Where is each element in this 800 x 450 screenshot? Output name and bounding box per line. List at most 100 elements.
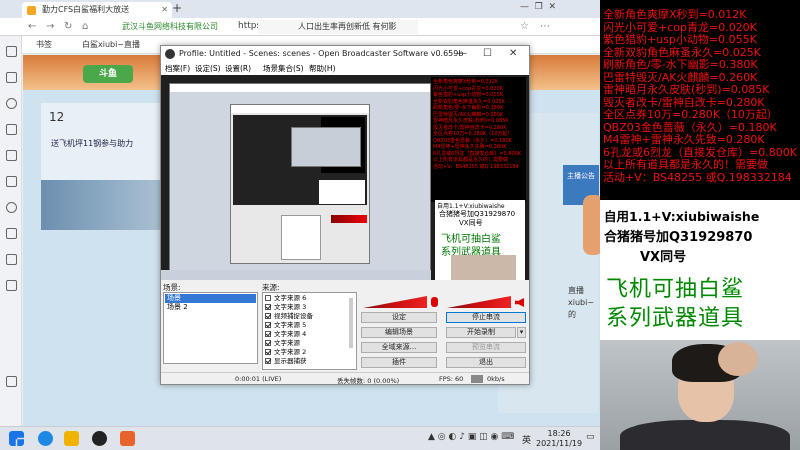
close-icon[interactable]: ✕ (509, 46, 517, 62)
nested-white-box (319, 180, 365, 204)
nested-obs-window (230, 104, 370, 264)
record-dropdown-icon[interactable]: ▾ (517, 327, 526, 338)
source-item[interactable]: 文字来源 4 (265, 330, 306, 339)
forward-icon[interactable]: → (46, 21, 54, 32)
new-tab-button[interactable]: + (172, 1, 182, 15)
menu-file[interactable]: 档案(F) (165, 63, 190, 74)
source-item[interactable]: 文字来源 (265, 339, 300, 348)
promo-line: 以上所有道具都是永久的！需要做 (603, 158, 768, 171)
stop-stream-button[interactable]: 停止串流 (446, 312, 526, 323)
site-logo[interactable]: 斗鱼 (83, 65, 133, 83)
global-sources-button[interactable]: 全域来源... (361, 342, 437, 353)
menu-profile[interactable]: 设置(R) (225, 63, 251, 74)
bookmark-item[interactable]: 书签 (36, 39, 52, 50)
browser-tab-active[interactable]: 勤力CFS白鲨福利大放送 ✕ (22, 2, 172, 18)
source-checkbox[interactable] (265, 358, 271, 364)
app-taskbar-icon[interactable] (64, 431, 79, 446)
source-checkbox[interactable] (265, 304, 271, 310)
event-text[interactable]: 送飞机坪11钢参与助力 (51, 138, 133, 149)
sidebar-app-icon[interactable] (6, 280, 17, 291)
source-checkbox[interactable] (265, 349, 271, 355)
window-controls-icon[interactable]: — ❐ ✕ (520, 2, 556, 12)
refresh-icon[interactable]: ↻ (64, 21, 72, 32)
game-taskbar-icon[interactable] (120, 431, 135, 446)
menu-settings[interactable]: 设定(S) (195, 63, 221, 74)
source-item[interactable]: 文字来源 3 (265, 303, 306, 312)
start-button-icon[interactable] (9, 431, 24, 446)
streamer-webcam (600, 340, 800, 450)
source-checkbox[interactable] (265, 322, 271, 328)
preview-stream-button[interactable]: 预览串流 (446, 342, 526, 353)
sidebar-tv-icon[interactable] (6, 124, 17, 135)
sidebar-cart-icon[interactable] (6, 176, 17, 187)
sidebar-settings-icon[interactable] (6, 376, 17, 387)
sidebar-document-icon[interactable] (6, 254, 17, 265)
microphone-icon[interactable] (431, 297, 438, 307)
source-item[interactable]: 文字来源 2 (265, 348, 306, 357)
source-label: 文字来源 2 (274, 348, 307, 356)
desktop-screen: 勤力CFS白鲨福利大放送 ✕ + — ❐ ✕ ← → ↻ ⌂ 武汉斗鱼网络科技有… (0, 0, 600, 450)
source-item[interactable]: 视频捕捉设备 (265, 312, 313, 321)
notification-icon[interactable]: ▭ (586, 432, 595, 442)
webcam-shirt (620, 420, 790, 450)
nested-source-list (281, 215, 321, 260)
promo-line: 紫色猎豹+usp小动物=0.055K (603, 33, 757, 46)
settings-button[interactable]: 设定 (361, 312, 437, 323)
clock-time: 18:26 (547, 429, 571, 438)
sidebar-search-icon[interactable] (6, 98, 17, 109)
source-label: 文字来源 6 (274, 294, 307, 302)
desktop-audio-meter (363, 296, 427, 308)
source-item[interactable]: 显示器捕获 (265, 357, 307, 366)
bitrate-indicator (471, 375, 483, 383)
scene-item[interactable]: 场景 (165, 294, 256, 303)
sidebar-favorites-icon[interactable] (6, 46, 17, 57)
source-checkbox[interactable] (265, 295, 271, 301)
extensions-icon[interactable]: ⋯ (540, 21, 550, 32)
home-icon[interactable]: ⌂ (82, 21, 88, 32)
stream-time: 0:00:01 (LIVE) (235, 375, 282, 383)
hot-search-text[interactable]: 人口出生率再创新低 有何影 (298, 21, 397, 32)
start-record-button[interactable]: 开始录制 (446, 327, 516, 338)
sidebar-reader-icon[interactable] (6, 72, 17, 83)
taskbar-clock[interactable]: 18:26 2021/11/19 (536, 429, 582, 449)
browser-sidebar (0, 36, 22, 426)
promo-line: 刷新角色/零-水下幽影=0.380K (603, 58, 758, 71)
source-checkbox[interactable] (265, 313, 271, 319)
promo-line: 雷神暗月永久皮肤(秒到)=0.085K (603, 83, 770, 96)
menu-scene-collection[interactable]: 场景集合(S) (263, 63, 304, 74)
tab-close-icon[interactable]: ✕ (161, 2, 168, 18)
edit-scene-button[interactable]: 编辑场景 (361, 327, 437, 338)
scene-item[interactable]: 场景 2 (165, 303, 256, 312)
input-language[interactable]: 英 (522, 433, 531, 446)
stream-overlay-panel: 全新角色爽摩X秒到=0.012K 闪光小可爱+cop青龙=0.020K 紫色猎豹… (600, 0, 800, 450)
obs-preview[interactable]: 全新角色爽摩X秒到=0.012K 闪光小可爱+cop青龙=0.020K 紫色猎豹… (161, 75, 529, 280)
menu-help[interactable]: 帮助(H) (309, 63, 336, 74)
source-checkbox[interactable] (265, 340, 271, 346)
site-identity-label: 武汉斗鱼网络科技有限公司 (122, 22, 218, 31)
preview-webcam (451, 255, 516, 280)
sources-scrollbar[interactable] (349, 298, 353, 348)
obs-logo-icon (165, 49, 175, 59)
bookmark-item[interactable]: 白鲨xiubi~直播 (82, 39, 140, 50)
obs-taskbar-icon[interactable] (92, 431, 107, 446)
source-item[interactable]: 文字来源 5 (265, 321, 306, 330)
exit-button[interactable]: 退出 (446, 357, 526, 368)
calendar-day: 12 (49, 110, 65, 124)
obs-window-title: Profile: Untitled - Scenes: scenes - Ope… (179, 49, 464, 58)
plugins-button[interactable]: 插件 (361, 357, 437, 368)
source-checkbox[interactable] (265, 331, 271, 337)
speaker-icon[interactable] (515, 298, 524, 307)
source-item[interactable]: 文字来源 6 (265, 294, 306, 303)
tray-icons[interactable]: ▲ ◎ ◐ ♪ ▣ ◫ ◉ ⌨ (428, 432, 514, 442)
sidebar-game-icon[interactable] (6, 150, 17, 161)
promo-line: 活动+V：BS48255 或Q.198332184 (603, 170, 792, 184)
nested-title (170, 84, 430, 92)
back-icon[interactable]: ← (28, 21, 36, 32)
maximize-icon[interactable]: ☐ (483, 46, 492, 62)
sidebar-chat-icon[interactable] (6, 202, 17, 213)
star-icon[interactable]: ☆ (520, 21, 529, 32)
minimize-icon[interactable]: — (457, 46, 467, 62)
address-suggestion-area: 人口出生率再创新低 有何影 (258, 20, 418, 34)
sidebar-mail-icon[interactable] (6, 228, 17, 239)
browser-taskbar-icon[interactable] (38, 431, 53, 446)
